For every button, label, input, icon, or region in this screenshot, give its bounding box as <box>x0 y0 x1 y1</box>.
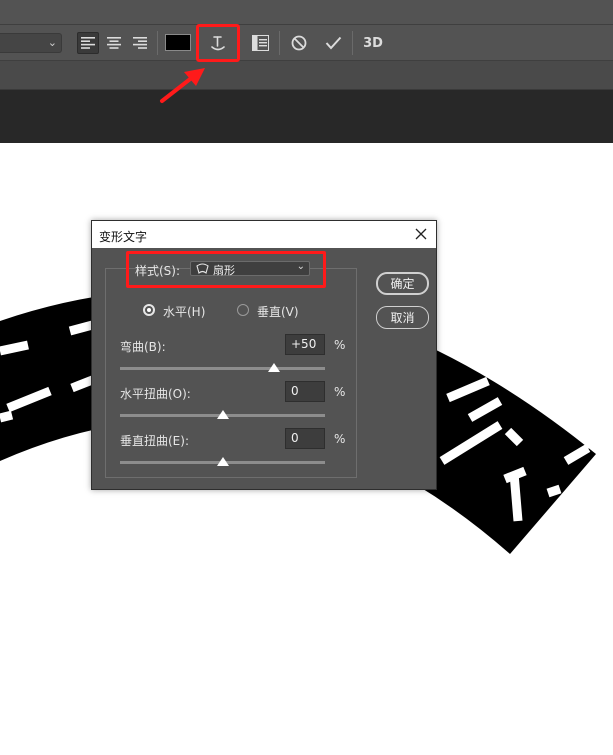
bend-input[interactable]: +50 <box>285 334 325 355</box>
close-icon[interactable] <box>414 227 428 241</box>
dialog-title: 变形文字 <box>99 230 148 244</box>
horizontal-radio[interactable] <box>143 304 155 316</box>
h-distortion-input[interactable]: 0 <box>285 381 325 402</box>
h-distortion-unit: % <box>334 385 346 399</box>
cancel-button[interactable]: 取消 <box>376 306 429 329</box>
v-distortion-unit: % <box>334 432 346 446</box>
dialog-titlebar: 变形文字 <box>92 221 436 248</box>
v-distortion-label: 垂直扭曲(E): <box>120 434 189 448</box>
bend-unit: % <box>334 338 346 352</box>
horizontal-radio-label: 水平(H) <box>163 305 206 319</box>
bend-slider-track[interactable] <box>120 367 325 370</box>
bend-label: 弯曲(B): <box>120 340 166 354</box>
vertical-radio-label: 垂直(V) <box>257 305 299 319</box>
h-distortion-label: 水平扭曲(O): <box>120 387 191 401</box>
bend-slider-thumb[interactable] <box>267 363 280 372</box>
h-distortion-slider-thumb[interactable] <box>216 410 229 419</box>
ok-button[interactable]: 确定 <box>376 272 429 295</box>
style-select-highlight <box>126 251 326 288</box>
v-distortion-slider-thumb[interactable] <box>216 457 229 466</box>
warp-text-dialog: 变形文字 样式(S): 扇形 ⌄ 水平(H) 垂直(V) 弯曲(B): +50 … <box>91 220 437 490</box>
arrow-to-warp-button <box>160 68 205 103</box>
v-distortion-input[interactable]: 0 <box>285 428 325 449</box>
vertical-radio[interactable] <box>237 304 249 316</box>
